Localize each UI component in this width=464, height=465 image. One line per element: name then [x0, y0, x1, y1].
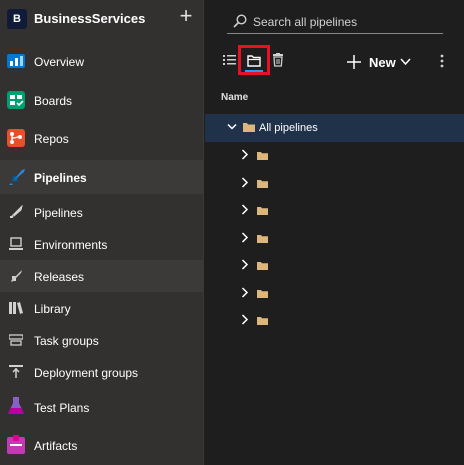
artifacts-icon: [7, 435, 25, 454]
project-name[interactable]: BusinessServices: [34, 11, 145, 26]
new-button-label: New: [369, 55, 396, 70]
tree-row-folder[interactable]: [205, 170, 464, 198]
delete-icon[interactable]: [272, 53, 284, 67]
folder-icon: [257, 207, 268, 215]
chevron-down-icon: [400, 58, 411, 66]
project-header[interactable]: B BusinessServices +: [0, 0, 204, 38]
add-icon[interactable]: +: [176, 5, 196, 28]
column-header-name[interactable]: Name: [221, 92, 248, 103]
nav-item-overview[interactable]: Overview: [0, 45, 204, 77]
more-options-icon[interactable]: [440, 54, 444, 68]
folder-icon: [257, 234, 268, 243]
chevron-right-icon[interactable]: [241, 176, 249, 188]
folder-icon: [257, 317, 268, 325]
pipelines-icon: [10, 205, 23, 218]
folder-icon: [243, 123, 255, 132]
nav-label-library: Library: [34, 302, 71, 316]
environments-icon: [9, 237, 23, 250]
nav-label-deployment-groups: Deployment groups: [34, 366, 139, 380]
tree-row-label: All pipelines: [259, 122, 318, 134]
nav-section-pipelines[interactable]: Pipelines: [0, 160, 204, 194]
repos-icon: [7, 129, 25, 147]
nav-label-artifacts: Artifacts: [34, 439, 78, 453]
chevron-right-icon[interactable]: [241, 286, 249, 298]
nav-item-pipelines[interactable]: Pipelines: [0, 197, 204, 227]
chevron-right-icon[interactable]: [241, 314, 249, 325]
tree-row-folder[interactable]: [205, 280, 464, 308]
overview-icon: [7, 54, 25, 68]
search-input[interactable]: Search all pipelines: [227, 10, 443, 34]
nav-item-task-groups[interactable]: Task groups: [0, 325, 204, 355]
tree-row-folder[interactable]: [205, 225, 464, 253]
nav-label-test-plans: Test Plans: [34, 401, 90, 415]
nav-item-test-plans[interactable]: Test Plans: [0, 390, 204, 424]
test-plans-flask-icon: [8, 397, 24, 414]
nav-label-environments: Environments: [34, 238, 108, 252]
chevron-right-icon[interactable]: [241, 149, 249, 160]
folder-icon: [257, 289, 268, 298]
nav-item-boards[interactable]: Boards: [0, 83, 204, 117]
chevron-right-icon[interactable]: [241, 231, 249, 243]
folder-icon: [257, 179, 268, 188]
nav-item-environments[interactable]: Environments: [0, 229, 204, 259]
search-placeholder: Search all pipelines: [253, 15, 358, 29]
nav-label-releases: Releases: [34, 270, 85, 284]
pipelines-rocket-icon: [9, 169, 25, 185]
nav-label-pipelines: Pipelines: [34, 206, 83, 220]
boards-icon: [7, 91, 25, 109]
releases-rocket-icon: [11, 270, 22, 282]
tree-row-folder[interactable]: [205, 197, 464, 225]
nav-label-overview: Overview: [34, 55, 85, 69]
nav-item-library[interactable]: Library: [0, 293, 204, 323]
tree-row-folder[interactable]: [205, 307, 464, 335]
nav-label-task-groups: Task groups: [34, 334, 99, 348]
nav-label-pipelines-section: Pipelines: [34, 171, 87, 185]
tree-row-folder[interactable]: [205, 252, 464, 280]
deployment-groups-icon: [9, 365, 23, 378]
chevron-right-icon[interactable]: [241, 204, 249, 215]
sidebar: B BusinessServices + Overview Boards Rep…: [0, 0, 204, 465]
chevron-right-icon[interactable]: [241, 259, 249, 270]
nav-item-artifacts[interactable]: Artifacts: [0, 428, 204, 462]
nav-item-repos[interactable]: Repos: [0, 122, 204, 154]
project-avatar: B: [7, 9, 27, 29]
nav-item-deployment-groups[interactable]: Deployment groups: [0, 357, 204, 387]
list-view-icon[interactable]: [223, 53, 237, 67]
search-icon: [233, 14, 247, 28]
folder-icon: [257, 152, 268, 160]
tree-row-all-pipelines[interactable]: All pipelines: [205, 114, 464, 142]
tree-row-folder[interactable]: [205, 142, 464, 170]
folder-icon: [257, 262, 268, 270]
plus-icon: [347, 55, 361, 69]
nav-label-repos: Repos: [34, 132, 69, 146]
highlight-box: [238, 45, 270, 75]
nav-item-releases[interactable]: Releases: [0, 260, 204, 292]
chevron-down-icon[interactable]: [227, 123, 237, 131]
library-icon: [9, 302, 23, 314]
nav-label-boards: Boards: [34, 94, 73, 108]
task-groups-icon: [9, 334, 23, 346]
